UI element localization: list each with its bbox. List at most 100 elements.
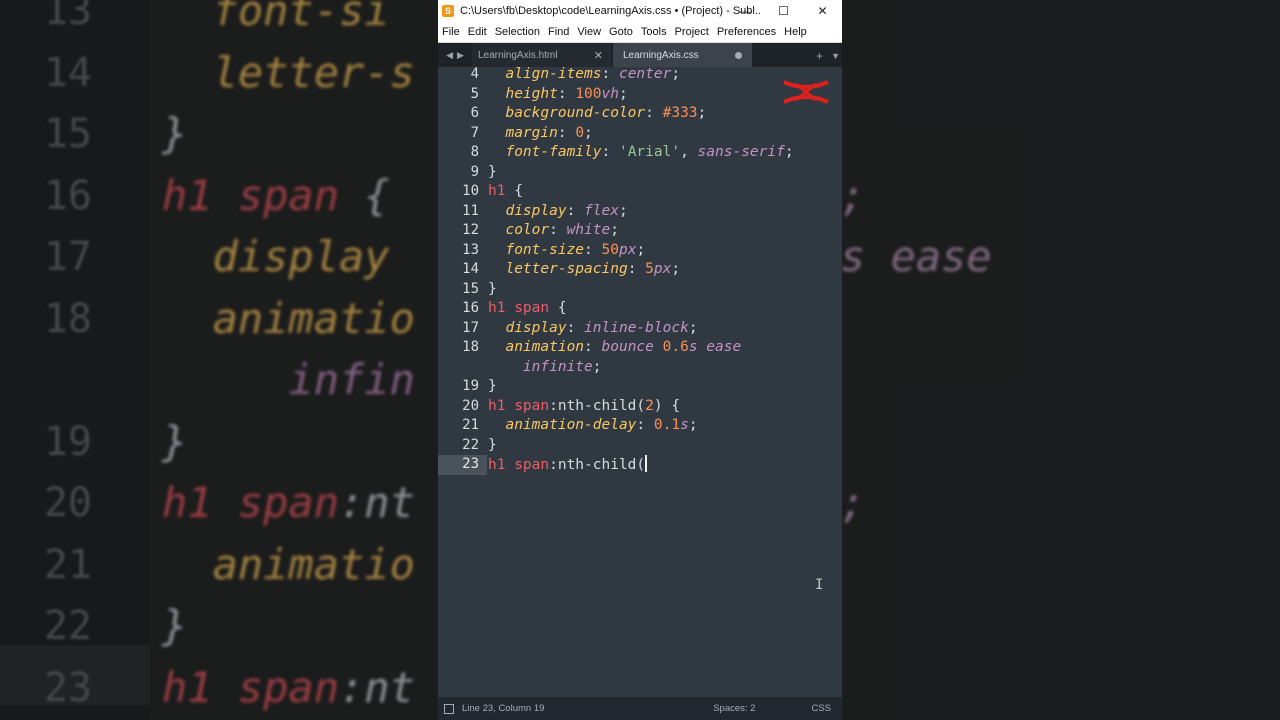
code-text: height: 100vh; (488, 85, 627, 105)
code-token: ; (784, 144, 794, 160)
code-token: bounce (601, 339, 663, 355)
tab-next-icon[interactable]: ▶ (457, 50, 464, 61)
code-token: : (645, 105, 663, 121)
code-text: display: flex; (488, 202, 627, 222)
status-bar: Line 23, Column 19 Spaces: 2 CSS (438, 697, 842, 720)
menu-tools[interactable]: Tools (639, 26, 671, 38)
code-token: inline-block (584, 319, 689, 336)
code-token: margin (488, 124, 558, 141)
code-token: s ease (688, 339, 742, 355)
modified-dot-icon[interactable] (735, 52, 742, 59)
code-token: : (557, 85, 576, 102)
new-tab-plus-icon[interactable]: + (816, 49, 823, 63)
close-button[interactable]: ✕ (803, 0, 842, 22)
line-number: 10 (462, 183, 479, 199)
code-line[interactable]: 21 animation-delay: 0.1s; (438, 416, 842, 436)
code-token: 100 (575, 85, 602, 102)
code-text: animation: bounce 0.6s ease (488, 338, 741, 358)
code-token: s (680, 417, 689, 433)
code-line[interactable]: 20 h1 span:nth-child(2) { (438, 397, 842, 417)
line-number: 16 (462, 300, 479, 316)
tab-label: LearningAxis.html (478, 50, 558, 61)
line-number: 21 (462, 417, 479, 433)
code-token: vh (601, 85, 619, 102)
code-token: h1 (488, 183, 506, 199)
code-token: animation-delay (488, 417, 637, 433)
line-number: 6 (470, 105, 479, 121)
code-line[interactable]: 10 h1 { (438, 182, 842, 202)
text-cursor-icon: I (815, 577, 824, 593)
code-line[interactable]: 9} (438, 163, 842, 183)
code-token: display (488, 319, 567, 336)
code-token: : (601, 66, 619, 82)
line-number: 7 (470, 124, 479, 141)
code-token: ; (671, 66, 681, 82)
code-line[interactable]: 6 background-color: #333; (438, 104, 842, 124)
menu-project[interactable]: Project (673, 26, 713, 38)
menu-edit[interactable]: Edit (466, 26, 491, 38)
menu-view[interactable]: View (575, 26, 605, 38)
code-line[interactable]: infinite; (438, 358, 842, 378)
code-line[interactable]: 8 font-family: 'Arial', sans-serif; (438, 143, 842, 163)
code-token: flex (584, 202, 619, 219)
line-number: 9 (470, 163, 479, 180)
line-number: 4 (470, 66, 479, 82)
code-text: h1 { (488, 182, 523, 202)
code-token: { (505, 183, 523, 199)
code-token: : (636, 417, 654, 433)
code-token: px (653, 261, 672, 277)
menu-find[interactable]: Find (546, 26, 573, 38)
code-line[interactable]: 16 h1 span { (438, 299, 842, 319)
menu-goto[interactable]: Goto (607, 26, 637, 38)
menu-help[interactable]: Help (782, 26, 811, 38)
code-line[interactable]: 15} (438, 280, 842, 300)
code-line[interactable]: 19} (438, 377, 842, 397)
code-line[interactable]: 14 letter-spacing: 5px; (438, 260, 842, 280)
code-text: h1 span { (488, 299, 567, 319)
code-text: } (488, 280, 497, 300)
code-line[interactable]: 12 color: white; (438, 221, 842, 241)
menu-preferences[interactable]: Preferences (715, 26, 780, 38)
sublime-window: S C:\Users\fb\Desktop\code\LearningAxis.… (438, 0, 842, 720)
code-line-current[interactable]: 23 h1 span:nth-child( (438, 455, 842, 475)
minimize-button[interactable]: — (725, 0, 764, 22)
code-editor[interactable]: 4 align-items: center; 5 height: 100vh; 6 … (438, 66, 842, 697)
code-line[interactable]: 13 font-size: 50px; (438, 241, 842, 261)
tab-prev-icon[interactable]: ◀ (446, 50, 453, 61)
menu-selection[interactable]: Selection (493, 26, 544, 38)
code-token: ; (688, 319, 698, 336)
code-text: } (488, 377, 497, 397)
tab-list-chevron-icon[interactable]: ▼ (831, 51, 840, 61)
code-token: : (566, 202, 585, 219)
line-number: 8 (470, 144, 479, 160)
maximize-button[interactable]: ☐ (764, 0, 803, 22)
tab-close-icon[interactable]: ✕ (594, 49, 603, 62)
cursor-position[interactable]: Line 23, Column 19 (462, 703, 713, 714)
window-controls: — ☐ ✕ (725, 0, 842, 22)
code-line[interactable]: 17 display: inline-block; (438, 319, 842, 339)
code-line[interactable]: 11 display: flex; (438, 202, 842, 222)
code-token: 0.1 (653, 417, 681, 433)
syntax-mode[interactable]: CSS (811, 703, 831, 714)
menu-file[interactable]: File (440, 26, 464, 38)
code-line[interactable]: 22} (438, 436, 842, 456)
code-token: letter-spacing (488, 261, 628, 277)
code-token: ; (697, 105, 707, 121)
code-text: font-family: 'Arial', sans-serif; (488, 143, 794, 163)
window-title: C:\Users\fb\Desktop\code\LearningAxis.cs… (460, 5, 760, 17)
indentation-setting[interactable]: Spaces: 2 (713, 703, 755, 714)
line-number: 14 (462, 261, 479, 277)
code-token: ; (592, 358, 602, 375)
code-token: , (680, 144, 698, 160)
code-line[interactable]: 7 margin: 0; (438, 124, 842, 144)
code-line[interactable]: 18 animation: bounce 0.6s ease (438, 338, 842, 358)
code-token: : (584, 339, 602, 355)
panel-toggle-icon[interactable] (444, 703, 454, 714)
code-text: letter-spacing: 5px; (488, 260, 680, 280)
code-token: 0 (575, 124, 585, 141)
line-number: 12 (462, 222, 479, 238)
menu-bar: File Edit Selection Find View Goto Tools… (438, 22, 842, 43)
code-token: :nth-child( (549, 397, 646, 414)
line-number: 11 (462, 202, 479, 219)
line-number: 19 (462, 378, 479, 394)
